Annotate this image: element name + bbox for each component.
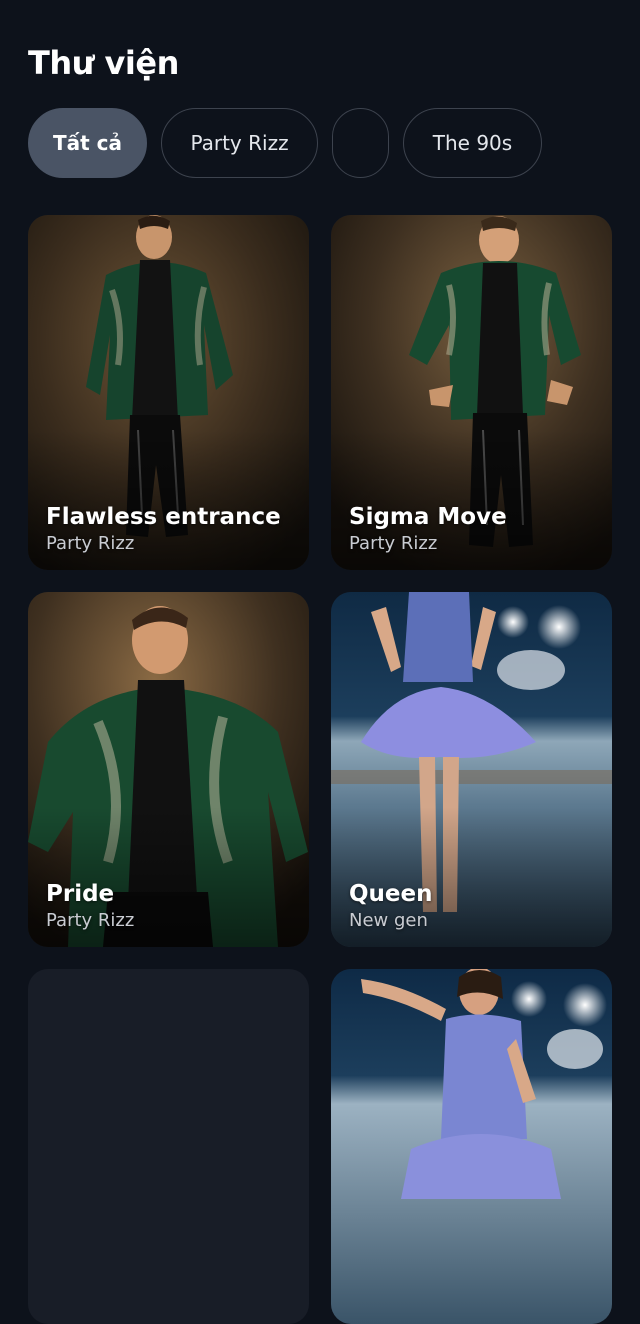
card-title: Flawless entrance bbox=[46, 504, 281, 530]
card-title: Sigma Move bbox=[349, 504, 507, 530]
tab-label: Tất cả bbox=[52, 131, 122, 155]
video-card-placeholder[interactable] bbox=[28, 969, 309, 1324]
card-subtitle: Party Rizz bbox=[46, 910, 135, 931]
card-thumbnail bbox=[331, 969, 612, 1324]
card-subtitle: Party Rizz bbox=[46, 533, 135, 554]
video-card-skater[interactable] bbox=[331, 969, 612, 1324]
card-title: Pride bbox=[46, 881, 115, 907]
tab-label: Party Rizz bbox=[190, 131, 289, 155]
tab-the-90s[interactable]: The 90s bbox=[403, 108, 542, 178]
card-subtitle: New gen bbox=[349, 910, 428, 931]
tab-untitled[interactable] bbox=[332, 108, 389, 178]
tab-all[interactable]: Tất cả bbox=[28, 108, 147, 178]
video-card-flawless-entrance[interactable]: Flawless entrance Party Rizz bbox=[28, 215, 309, 570]
video-card-queen[interactable]: Queen New gen bbox=[331, 592, 612, 947]
tab-label: The 90s bbox=[432, 131, 513, 155]
card-title: Queen bbox=[349, 881, 433, 907]
video-card-pride[interactable]: Pride Party Rizz bbox=[28, 592, 309, 947]
tab-party-rizz[interactable]: Party Rizz bbox=[161, 108, 318, 178]
card-subtitle: Party Rizz bbox=[349, 533, 438, 554]
page-title: Thư viện bbox=[28, 44, 179, 82]
video-card-sigma-move[interactable]: Sigma Move Party Rizz bbox=[331, 215, 612, 570]
